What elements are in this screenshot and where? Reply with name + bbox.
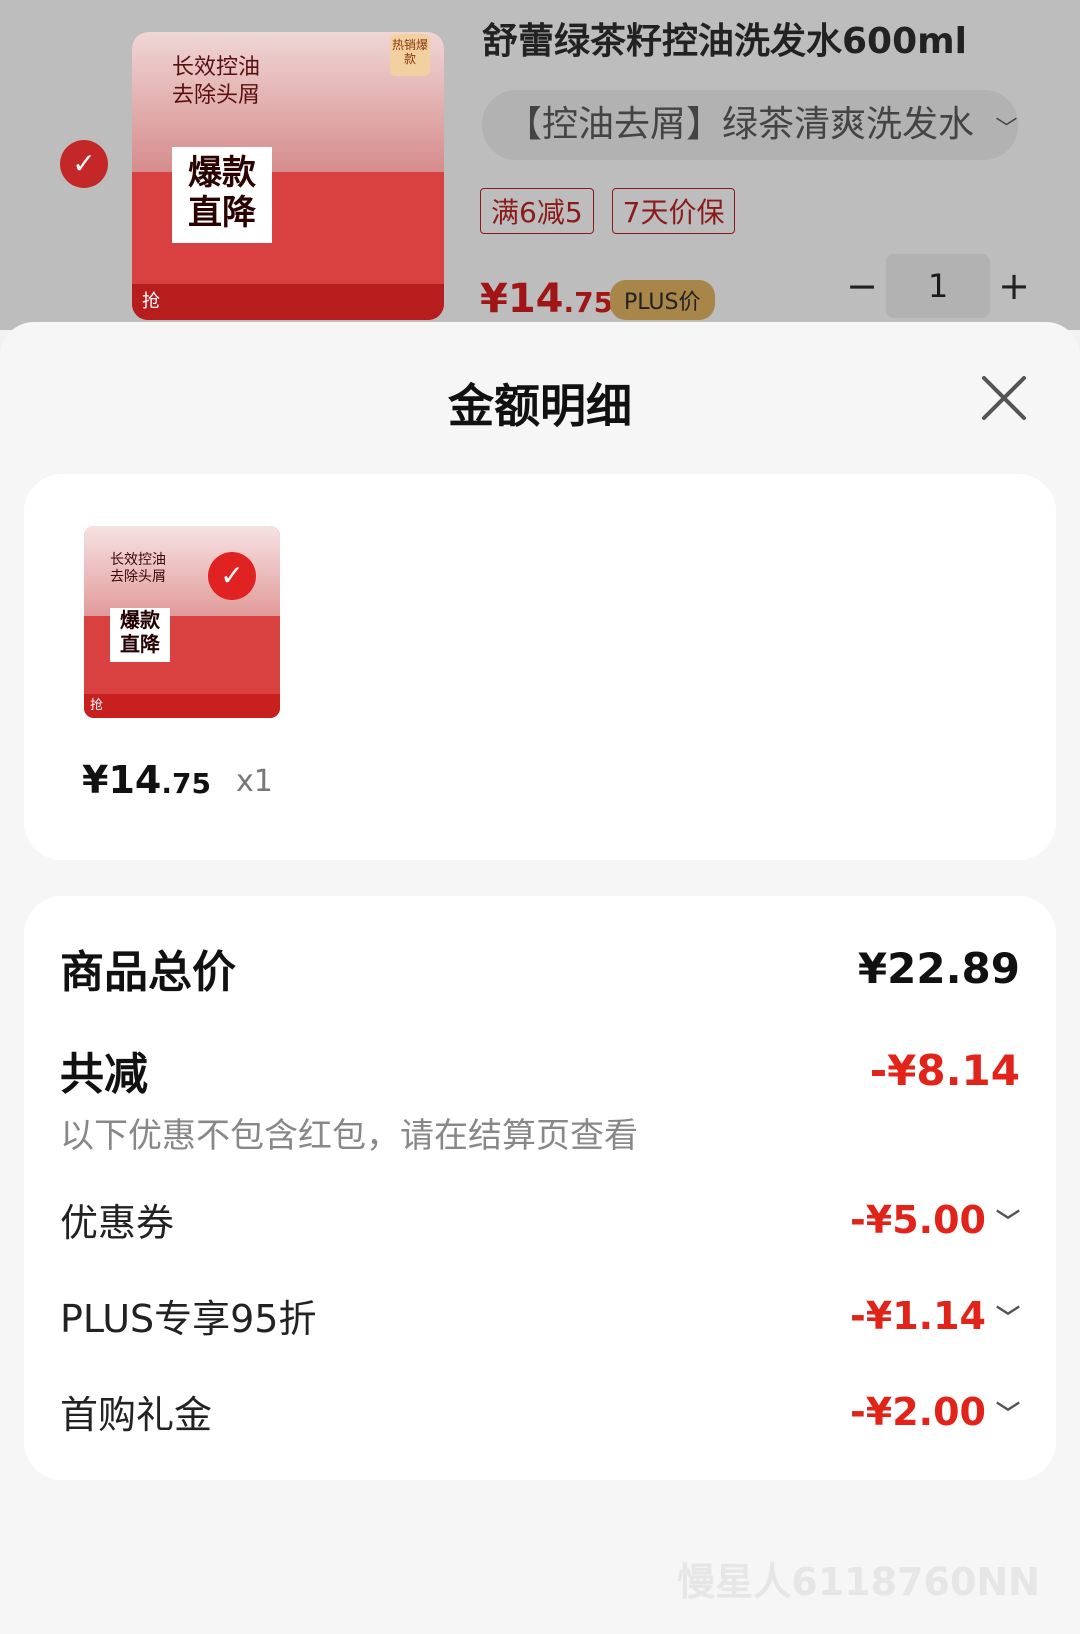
chevron-down-icon: ﹀ <box>996 1400 1020 1428</box>
thumb-burst: 爆款 直降 <box>110 608 170 662</box>
burst-line1: 爆款 <box>188 153 256 193</box>
total-value: ¥22.89 <box>857 943 1020 993</box>
quantity-input[interactable]: 1 <box>886 254 990 318</box>
promo-tags: 满6减5 7天价保 <box>480 188 736 234</box>
burst-label: 爆款 直降 <box>172 147 272 243</box>
discount-value: -¥1.14 ﹀ <box>850 1294 1020 1338</box>
discount-row-first-purchase[interactable]: 首购礼金 -¥2.00 ﹀ <box>60 1384 1020 1439</box>
minus-button[interactable]: − <box>838 264 886 308</box>
total-label: 商品总价 <box>60 947 236 998</box>
sheet-title: 金额明细 <box>448 379 632 433</box>
reduce-label: 共减 <box>60 1049 148 1100</box>
discount-row-coupon[interactable]: 优惠券 -¥5.00 ﹀ <box>60 1192 1020 1247</box>
thumb-slogan-line2: 去除头屑 <box>110 569 166 585</box>
thumb-slogan-line1: 长效控油 <box>110 552 166 568</box>
chevron-down-icon: ﹀ <box>996 1208 1020 1236</box>
variant-selector[interactable]: 【控油去屑】绿茶清爽洗发水 ﹀ <box>482 90 1018 160</box>
discount-value: -¥5.00 ﹀ <box>850 1198 1020 1242</box>
slogan-line1: 长效控油 <box>172 55 261 80</box>
hot-badge: 热销爆款 <box>390 34 430 76</box>
discount-label: 首购礼金 <box>60 1393 213 1437</box>
plus-button[interactable]: + <box>990 264 1038 308</box>
slogan-line2: 去除头屑 <box>172 83 261 108</box>
chevron-down-icon: ﹀ <box>995 117 1018 142</box>
burst-line2: 直降 <box>188 193 256 233</box>
image-bottom-bar: 抢 <box>132 284 444 320</box>
item-thumbnail[interactable]: 长效控油 去除头屑 ✓ 爆款 直降 抢 <box>84 526 280 718</box>
close-icon[interactable] <box>978 372 1030 424</box>
discount-value: -¥2.00 ﹀ <box>850 1390 1020 1434</box>
discount-row-plus[interactable]: PLUS专享95折 -¥1.14 ﹀ <box>60 1288 1020 1343</box>
item-quantity: x1 <box>236 764 273 799</box>
item-price: ¥14.75 <box>82 758 211 802</box>
amount-detail-sheet: 金额明细 长效控油 去除头屑 ✓ 爆款 直降 抢 ¥14.75 x1 商品总价 … <box>0 322 1080 1634</box>
item-card: 长效控油 去除头屑 ✓ 爆款 直降 抢 ¥14.75 x1 <box>24 474 1056 860</box>
item-price-decimal: .75 <box>161 767 211 800</box>
reduce-row: 共减 -¥8.14 <box>60 1038 1020 1102</box>
plus-price-badge: PLUS价 <box>610 280 715 320</box>
quantity-stepper: − 1 + <box>838 254 1038 318</box>
total-row: 商品总价 ¥22.89 <box>60 936 1020 1000</box>
discount-note: 以下优惠不包含红包，请在结算页查看 <box>60 1116 638 1156</box>
check-icon: ✓ <box>208 552 256 600</box>
discount-amount: -¥1.14 <box>850 1293 986 1338</box>
price-main: ¥14 <box>480 276 564 322</box>
thumb-burst-line2: 直降 <box>120 632 160 656</box>
discount-amount: -¥2.00 <box>850 1389 986 1434</box>
product-image[interactable]: 长效控油 去除头屑 热销爆款 爆款 直降 抢 <box>132 32 444 320</box>
background-cart-item: ✓ 长效控油 去除头屑 热销爆款 爆款 直降 抢 舒蕾绿茶籽控油洗发水600ml… <box>0 0 1080 330</box>
promo-tag: 7天价保 <box>611 188 736 234</box>
product-price: ¥14.75 <box>480 276 613 322</box>
discount-amount: -¥5.00 <box>850 1197 986 1242</box>
watermark: 慢星人6118760NN <box>677 1560 1040 1604</box>
variant-label: 【控油去屑】绿茶清爽洗发水 <box>506 104 975 145</box>
chevron-down-icon: ﹀ <box>996 1304 1020 1332</box>
image-slogan: 长效控油 去除头屑 <box>172 54 260 110</box>
summary-card: 商品总价 ¥22.89 共减 -¥8.14 以下优惠不包含红包，请在结算页查看 … <box>24 896 1056 1480</box>
reduce-value: -¥8.14 <box>869 1045 1020 1095</box>
product-title[interactable]: 舒蕾绿茶籽控油洗发水600ml <box>482 12 967 64</box>
selected-checkbox[interactable]: ✓ <box>60 140 108 188</box>
thumb-bottom: 抢 <box>84 694 280 718</box>
discount-label: PLUS专享95折 <box>60 1297 317 1341</box>
thumb-slogan: 长效控油 去除头屑 <box>110 552 166 586</box>
item-price-main: ¥14 <box>82 758 162 802</box>
discount-label: 优惠券 <box>60 1201 175 1245</box>
price-decimal: .75 <box>563 286 614 319</box>
thumb-burst-line1: 爆款 <box>120 608 160 632</box>
promo-tag: 满6减5 <box>480 188 594 234</box>
